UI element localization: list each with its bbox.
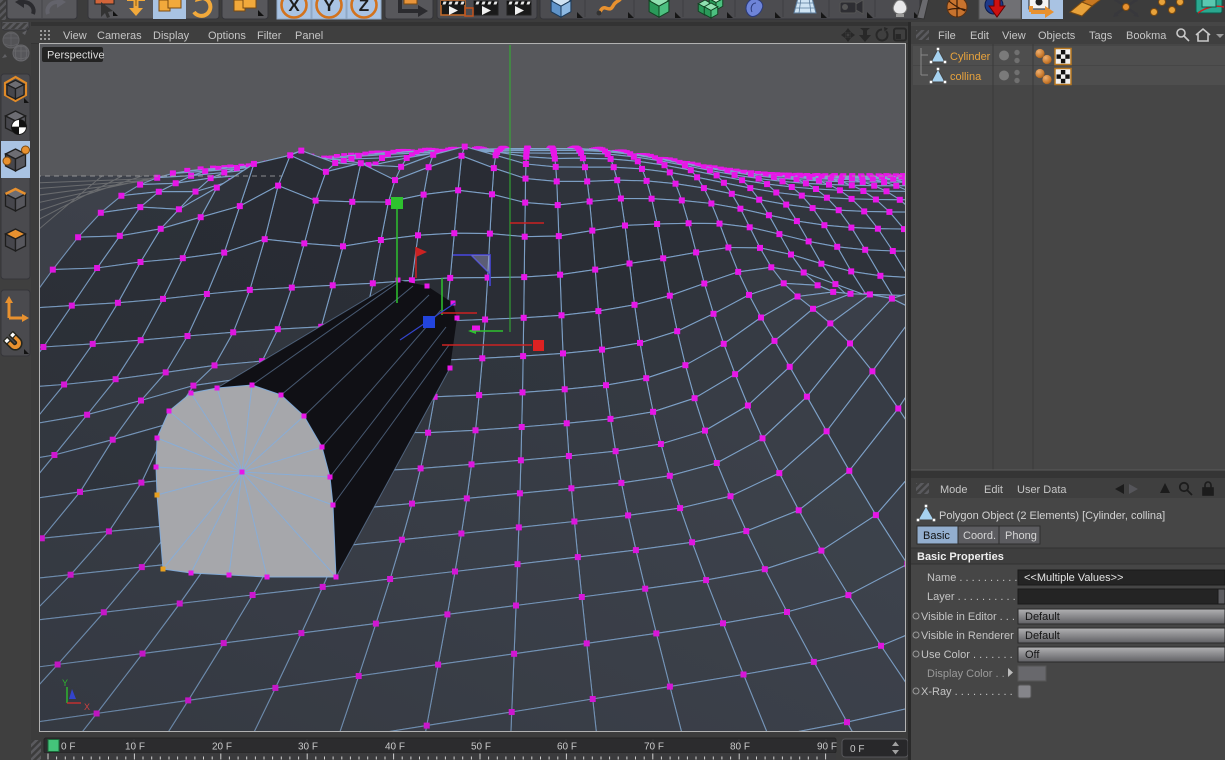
svg-text:Bookma: Bookma bbox=[1126, 30, 1167, 42]
svg-text:Panel: Panel bbox=[295, 30, 323, 42]
svg-text:40 F: 40 F bbox=[385, 742, 405, 753]
svg-text:Display: Display bbox=[153, 30, 190, 42]
svg-text:30 F: 30 F bbox=[298, 742, 318, 753]
svg-text:Display Color . .: Display Color . . bbox=[927, 668, 1005, 680]
svg-text:Objects: Objects bbox=[1038, 30, 1076, 42]
svg-text:Off: Off bbox=[1025, 649, 1040, 661]
svg-text:Polygon Object (2 Elements) [C: Polygon Object (2 Elements) [Cylinder, c… bbox=[939, 510, 1165, 522]
svg-text:Visible in Editor . . .: Visible in Editor . . . bbox=[921, 611, 1015, 623]
svg-text:90 F: 90 F bbox=[817, 742, 837, 753]
svg-text:Name . . . . . . . . . .: Name . . . . . . . . . . bbox=[927, 572, 1017, 584]
svg-text:Mode: Mode bbox=[940, 484, 968, 496]
svg-text:Y: Y bbox=[323, 0, 335, 15]
svg-text:collina: collina bbox=[950, 71, 982, 83]
svg-text:X: X bbox=[288, 0, 300, 15]
svg-text:Y: Y bbox=[62, 678, 68, 688]
svg-text:X: X bbox=[84, 702, 90, 712]
svg-text:Options: Options bbox=[208, 30, 246, 42]
svg-text:Coord.: Coord. bbox=[963, 530, 996, 542]
svg-text:Cylinder: Cylinder bbox=[950, 51, 991, 63]
svg-text:View: View bbox=[1002, 30, 1026, 42]
svg-text:Default: Default bbox=[1025, 611, 1060, 623]
svg-text:Cameras: Cameras bbox=[97, 30, 142, 42]
svg-text:View: View bbox=[63, 30, 87, 42]
svg-text:70 F: 70 F bbox=[644, 742, 664, 753]
svg-text:<<Multiple Values>>: <<Multiple Values>> bbox=[1024, 572, 1123, 584]
svg-text:Basic: Basic bbox=[923, 530, 950, 542]
svg-text:File: File bbox=[938, 30, 956, 42]
svg-text:20 F: 20 F bbox=[212, 742, 232, 753]
svg-text:Z: Z bbox=[359, 0, 369, 15]
svg-text:Edit: Edit bbox=[984, 484, 1003, 496]
svg-text:Perspective: Perspective bbox=[47, 50, 104, 62]
svg-text:X-Ray . . . . . . . . . .: X-Ray . . . . . . . . . . bbox=[921, 686, 1013, 698]
svg-text:Visible in Renderer: Visible in Renderer bbox=[921, 630, 1014, 642]
svg-text:User Data: User Data bbox=[1017, 484, 1067, 496]
svg-text:60 F: 60 F bbox=[557, 742, 577, 753]
svg-text:Layer . . . . . . . . . .: Layer . . . . . . . . . . bbox=[927, 591, 1016, 603]
svg-text:80 F: 80 F bbox=[730, 742, 750, 753]
svg-text:50 F: 50 F bbox=[471, 742, 491, 753]
svg-text:Edit: Edit bbox=[970, 30, 989, 42]
svg-text:Phong: Phong bbox=[1005, 530, 1037, 542]
svg-text:Basic Properties: Basic Properties bbox=[917, 551, 1004, 563]
svg-text:Use Color . . . . . . .: Use Color . . . . . . . bbox=[921, 649, 1013, 661]
svg-text:10 F: 10 F bbox=[125, 742, 145, 753]
svg-text:0 F: 0 F bbox=[61, 742, 75, 753]
svg-text:Default: Default bbox=[1025, 630, 1060, 642]
svg-text:0 F: 0 F bbox=[850, 744, 864, 755]
svg-text:Filter: Filter bbox=[257, 30, 282, 42]
svg-text:Tags: Tags bbox=[1089, 30, 1113, 42]
